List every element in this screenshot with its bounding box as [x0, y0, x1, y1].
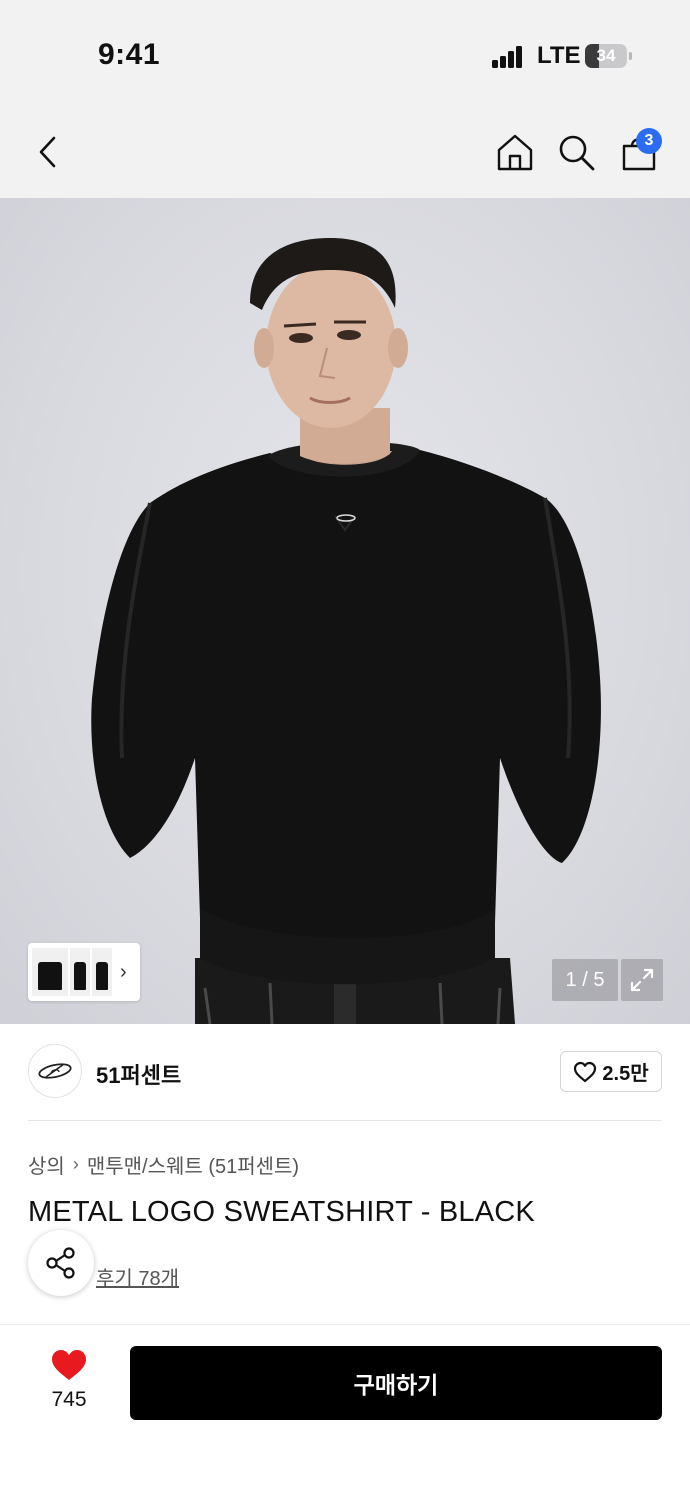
thumbnail-3[interactable]	[92, 948, 112, 996]
brand-name[interactable]: 51퍼센트	[96, 1058, 181, 1090]
buy-button[interactable]: 구매하기	[130, 1346, 662, 1420]
expand-button[interactable]	[621, 959, 663, 1001]
battery-icon: 34	[585, 44, 627, 68]
review-link[interactable]: 후기 78개	[96, 1262, 179, 1291]
product-image[interactable]	[0, 198, 690, 1024]
nav-bar	[0, 108, 690, 198]
chevron-right-icon: ›	[72, 1154, 79, 1174]
chevron-right-icon[interactable]: ›	[120, 961, 127, 984]
divider	[28, 1120, 662, 1121]
heart-filled-icon[interactable]	[50, 1348, 88, 1382]
thumbnail-1[interactable]	[32, 948, 68, 996]
home-icon	[497, 134, 533, 171]
expand-icon	[630, 968, 654, 992]
brand-like-button[interactable]: 2.5만	[560, 1051, 662, 1092]
brand-logo[interactable]	[28, 1044, 82, 1098]
product-detail-page: 9:41 LTE 34 3 › 1 / 5 51퍼센트 2.5만 상의 › 맨투…	[0, 0, 690, 1500]
signal-icon	[492, 46, 524, 68]
status-time: 9:41	[98, 38, 161, 71]
thumbnail-2[interactable]	[70, 948, 90, 996]
product-title: METAL LOGO SWEATSHIRT - BLACK	[28, 1196, 535, 1228]
battery-cap	[629, 52, 632, 60]
breadcrumb: 상의 › 맨투맨/스웨트 (51퍼센트)	[28, 1150, 299, 1179]
breadcrumb-subcategory[interactable]: 맨투맨/스웨트 (51퍼센트)	[87, 1150, 299, 1179]
back-button[interactable]	[26, 130, 70, 174]
breadcrumb-category[interactable]: 상의	[28, 1150, 65, 1179]
chevron-left-icon	[39, 136, 56, 168]
product-photo	[91, 238, 601, 1024]
wish-count: 745	[51, 1388, 87, 1411]
home-button[interactable]	[493, 130, 537, 174]
search-button[interactable]	[554, 130, 598, 174]
thumbnail-strip[interactable]: ›	[28, 943, 140, 1001]
cart-badge: 3	[636, 128, 662, 154]
image-counter: 1 / 5	[552, 959, 618, 1001]
status-bar: 9:41 LTE 34	[0, 0, 690, 108]
brand-logo-mark	[38, 1063, 72, 1079]
heart-outline-icon	[574, 1061, 597, 1082]
brand-like-count: 2.5만	[602, 1063, 649, 1085]
share-button[interactable]	[28, 1230, 94, 1296]
share-icon	[46, 1247, 75, 1279]
battery-level: 34	[596, 46, 616, 65]
network-type: LTE	[537, 42, 581, 69]
search-icon	[559, 135, 595, 171]
